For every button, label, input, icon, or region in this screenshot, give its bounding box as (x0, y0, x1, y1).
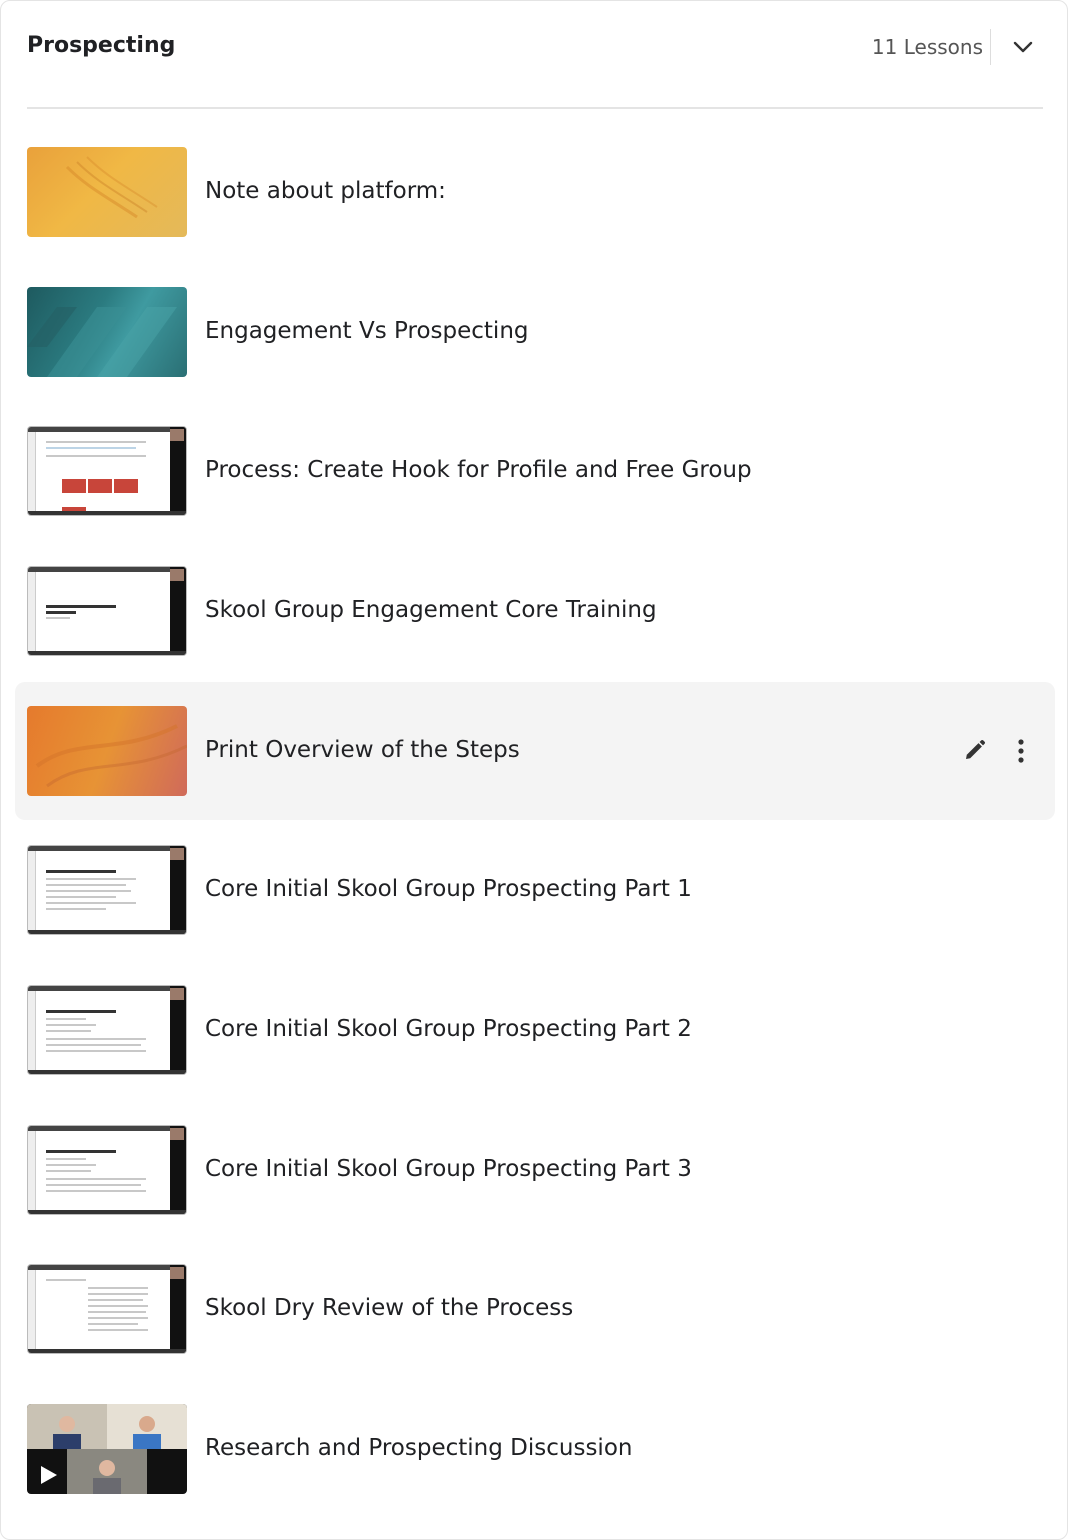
lesson-title: Core Initial Skool Group Prospecting Par… (205, 876, 692, 902)
module-header[interactable]: Prospecting 11 Lessons (27, 1, 1043, 109)
lesson-thumbnail (27, 566, 187, 656)
lesson-title: Research and Prospecting Discussion (205, 1435, 633, 1461)
lesson-item[interactable]: Core Initial Skool Group Prospecting Par… (15, 1101, 1055, 1239)
lesson-thumbnail (27, 1125, 187, 1215)
course-module-card: Prospecting 11 Lessons Note about platfo… (0, 0, 1068, 1540)
pencil-icon[interactable] (963, 738, 987, 762)
lesson-item-active[interactable]: Print Overview of the Steps (15, 682, 1055, 820)
lesson-thumbnail (27, 1404, 187, 1494)
lesson-item[interactable]: Research and Prospecting Discussion (15, 1380, 1055, 1518)
header-divider (990, 29, 991, 65)
lesson-thumbnail (27, 985, 187, 1075)
lesson-item[interactable]: Core Initial Skool Group Prospecting Par… (15, 961, 1055, 1099)
lesson-item[interactable]: Skool Dry Review of the Process (15, 1240, 1055, 1378)
lesson-item[interactable]: Core Initial Skool Group Prospecting Par… (15, 821, 1055, 959)
lesson-thumbnail (27, 147, 187, 237)
lesson-item[interactable]: Skool Group Engagement Core Training (15, 542, 1055, 680)
lesson-title: Engagement Vs Prospecting (205, 318, 529, 344)
lesson-title: Core Initial Skool Group Prospecting Par… (205, 1156, 692, 1182)
lesson-title: Print Overview of the Steps (205, 737, 520, 763)
lesson-count: 11 Lessons (871, 35, 983, 59)
lesson-thumbnail (27, 706, 187, 796)
more-vertical-icon[interactable] (1009, 738, 1033, 764)
lesson-thumbnail (27, 845, 187, 935)
lesson-thumbnail (27, 426, 187, 516)
lesson-item[interactable]: Process: Create Hook for Profile and Fre… (15, 402, 1055, 540)
lesson-title: Skool Group Engagement Core Training (205, 597, 657, 623)
chevron-down-icon[interactable] (1011, 35, 1035, 59)
module-title: Prospecting (27, 33, 176, 58)
lesson-item[interactable]: Engagement Vs Prospecting (15, 263, 1055, 401)
lesson-item[interactable]: Note about platform: (15, 123, 1055, 261)
lesson-title: Core Initial Skool Group Prospecting Par… (205, 1016, 692, 1042)
lesson-actions (963, 737, 1033, 765)
lesson-title: Note about platform: (205, 178, 446, 204)
lesson-title: Process: Create Hook for Profile and Fre… (205, 457, 752, 483)
lesson-thumbnail (27, 1264, 187, 1354)
lesson-title: Skool Dry Review of the Process (205, 1295, 574, 1321)
play-icon[interactable] (37, 1464, 59, 1486)
lesson-thumbnail (27, 287, 187, 377)
